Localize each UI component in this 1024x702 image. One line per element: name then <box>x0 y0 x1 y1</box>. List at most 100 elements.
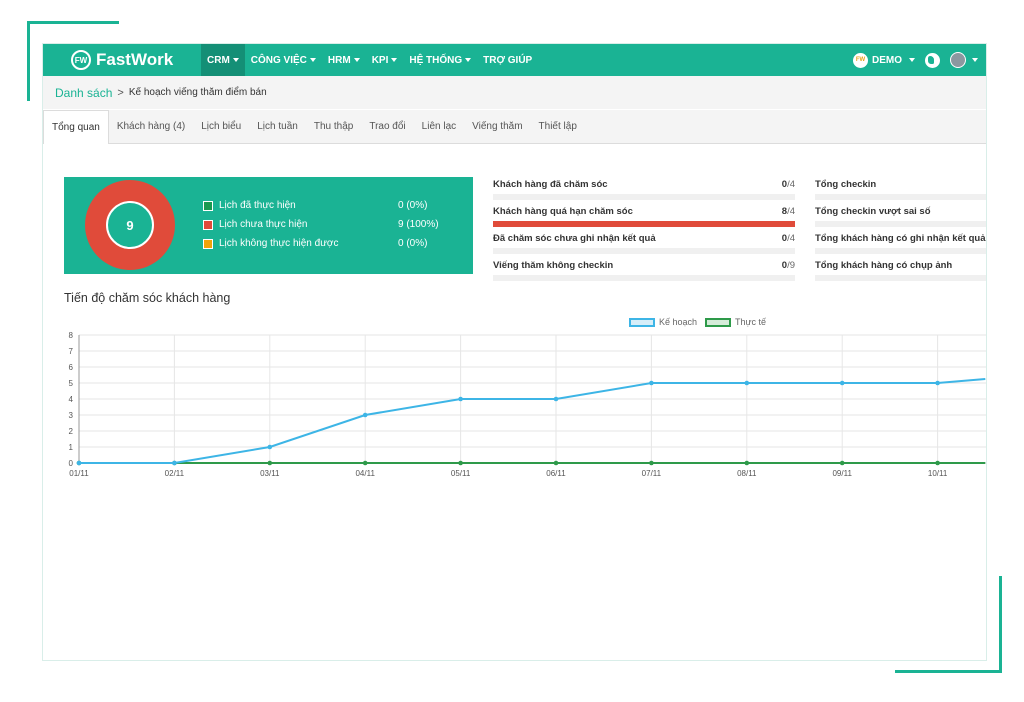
legend-item-pending: Lịch chưa thực hiện 9 (100%) <box>203 215 458 234</box>
y-tick-label: 5 <box>69 379 74 388</box>
donut-total: 9 <box>126 218 133 233</box>
tab-lien-lac[interactable]: Liên lạc <box>414 110 464 143</box>
data-point <box>935 460 940 466</box>
breadcrumb: Danh sách > Kế hoạch viếng thăm điểm bán <box>43 76 986 109</box>
x-tick-label: 01/11 <box>69 469 89 478</box>
legend-label: Lịch đã thực hiện <box>219 200 296 211</box>
company-logo-icon: FW <box>853 52 868 68</box>
stat-cared-customers: Khách hàng đã chăm sóc 0/4 <box>493 177 795 204</box>
menu-item-kpi[interactable]: KPI <box>366 44 404 76</box>
x-tick-label: 09/11 <box>832 469 852 478</box>
corner-accent-top-left-vertical <box>27 21 30 101</box>
menu-item-cong-viec[interactable]: CÔNG VIỆC <box>245 44 322 76</box>
stat-label: Tổng checkin <box>815 179 877 190</box>
data-point <box>553 396 559 402</box>
logo-text: FastWork <box>96 50 174 69</box>
avatar <box>950 52 966 68</box>
menu-item-tro-giup[interactable]: TRỢ GIÚP <box>477 44 538 76</box>
stat-label: Viếng thăm không checkin <box>493 260 614 271</box>
top-navbar: FW FastWork CRM CÔNG VIỆC HRM KPI HỆ THỐ… <box>43 44 986 76</box>
stat-label: Tổng checkin vượt sai số <box>815 206 931 217</box>
data-point <box>267 444 273 450</box>
data-point <box>458 460 463 466</box>
schedule-summary-panel: 9 Lịch đã thực hiện 0 (0%) Lịch chưa thự… <box>64 177 473 274</box>
stat-progress-bar <box>493 275 795 281</box>
legend-value: 0 (0%) <box>398 200 428 211</box>
data-point <box>458 396 463 402</box>
app-window: FW FastWork CRM CÔNG VIỆC HRM KPI HỆ THỐ… <box>42 43 987 661</box>
customer-stats: Khách hàng đã chăm sóc 0/4 Khách hàng qu… <box>493 177 795 285</box>
caret-down-icon <box>465 58 472 62</box>
stat-overdue-customers: Khách hàng quá hạn chăm sóc 8/4 <box>493 204 795 231</box>
data-point <box>362 460 368 466</box>
caret-down-icon <box>309 58 316 62</box>
legend-item-done: Lịch đã thực hiện 0 (0%) <box>203 196 458 215</box>
checkin-stats: Tổng checkin Tổng checkin vượt sai số Tổ… <box>815 177 986 285</box>
progress-line-chart: 0 1 2 3 4 5 6 7 8 01/11 02/11 03/11 04/11 05/11 06/11 0… <box>69 331 986 478</box>
data-point <box>744 460 750 466</box>
y-tick-label: 1 <box>69 443 74 452</box>
menu-item-label: TRỢ GIÚP <box>483 54 533 66</box>
data-point <box>362 412 368 418</box>
globe-icon[interactable] <box>925 52 940 68</box>
legend-swatch <box>203 238 213 249</box>
caret-down-icon <box>353 58 360 62</box>
schedule-legend: Lịch đã thực hiện 0 (0%) Lịch chưa thực … <box>203 196 458 253</box>
legend-label: Kế hoạch <box>659 317 698 327</box>
chart-legend-item-actual[interactable]: Thực tế <box>705 317 766 327</box>
data-point <box>744 380 750 386</box>
breadcrumb-separator: > <box>117 86 124 99</box>
stat-value: 0/9 <box>781 260 795 271</box>
tab-lich-bieu[interactable]: Lịch biểu <box>193 110 249 143</box>
menu-item-label: HỆ THỐNG <box>409 54 463 66</box>
legend-label: Lịch không thực hiện được <box>219 238 339 249</box>
data-point <box>76 460 82 466</box>
user-menu[interactable] <box>950 52 978 68</box>
chart-title: Tiến độ chăm sóc khách hàng <box>64 291 231 305</box>
stat-total-checkin: Tổng checkin <box>815 177 986 204</box>
stat-progress-bar <box>815 194 986 200</box>
x-tick-label: 06/11 <box>546 469 566 478</box>
menu-item-label: HRM <box>327 54 351 66</box>
logo-mark-icon: FW <box>71 50 91 70</box>
corner-accent-top-left-horizontal <box>27 21 119 24</box>
tab-thiet-lap[interactable]: Thiết lập <box>531 110 585 143</box>
caret-down-icon <box>232 58 239 62</box>
legend-swatch <box>203 200 213 211</box>
menu-item-hrm[interactable]: HRM <box>322 44 366 76</box>
stat-label: Khách hàng đã chăm sóc <box>493 179 608 190</box>
legend-value: 0 (0%) <box>398 238 428 249</box>
stat-label: Tổng khách hàng có ghi nhận kết quả <box>815 233 986 244</box>
data-point <box>649 460 654 466</box>
breadcrumb-link-list[interactable]: Danh sách <box>55 86 112 100</box>
tab-trao-doi[interactable]: Trao đổi <box>361 110 413 143</box>
stat-customers-with-result: Tổng khách hàng có ghi nhận kết quả <box>815 231 986 258</box>
y-tick-label: 7 <box>69 347 74 356</box>
menu-item-he-thong[interactable]: HỆ THỐNG <box>403 44 477 76</box>
stat-customers-with-photo: Tổng khách hàng có chụp ảnh <box>815 258 986 285</box>
x-tick-label: 07/11 <box>642 469 662 478</box>
tab-vieng-tham[interactable]: Viếng thăm <box>464 110 530 143</box>
x-tick-label: 02/11 <box>165 469 185 478</box>
y-tick-label: 4 <box>69 395 74 404</box>
y-tick-label: 2 <box>69 427 74 436</box>
stat-value: 8/4 <box>781 206 795 217</box>
legend-item-failed: Lịch không thực hiện được 0 (0%) <box>203 234 458 253</box>
chart-legend-item-plan[interactable]: Kế hoạch <box>629 317 697 327</box>
data-point <box>839 460 845 466</box>
stat-progress-bar <box>815 248 986 254</box>
stat-value: 0/4 <box>781 179 795 190</box>
menu-item-crm[interactable]: CRM <box>201 44 245 76</box>
tab-thu-thap[interactable]: Thu thập <box>306 110 361 143</box>
stat-visits-no-checkin: Viếng thăm không checkin 0/9 <box>493 258 795 285</box>
stat-cared-no-result: Đã chăm sóc chưa ghi nhận kết quả 0/4 <box>493 231 795 258</box>
company-switcher[interactable]: FW DEMO <box>853 52 915 68</box>
series-line <box>79 378 986 464</box>
tab-tong-quan[interactable]: Tổng quan <box>43 110 109 144</box>
caret-down-icon <box>972 58 978 62</box>
tab-lich-tuan[interactable]: Lịch tuần <box>249 110 306 143</box>
stat-progress-bar <box>815 275 986 281</box>
app-logo[interactable]: FW FastWork <box>71 49 173 71</box>
stat-label: Đã chăm sóc chưa ghi nhận kết quả <box>493 233 656 244</box>
tab-khach-hang[interactable]: Khách hàng (4) <box>109 110 193 143</box>
